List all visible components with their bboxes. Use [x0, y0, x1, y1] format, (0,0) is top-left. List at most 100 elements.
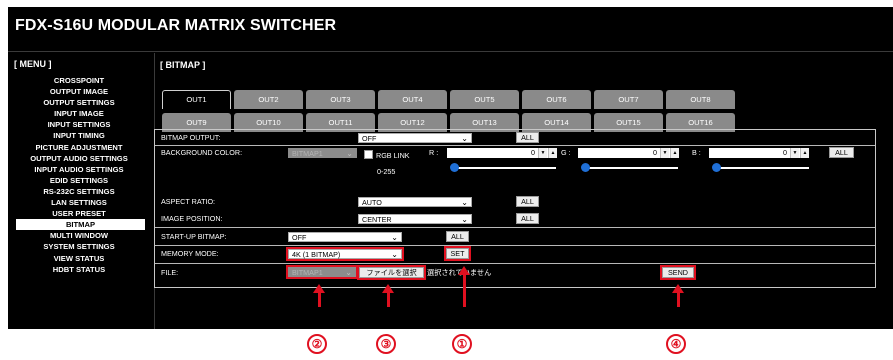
image-position-label: IMAGE POSITION: — [161, 214, 223, 223]
menu-item-input-timing[interactable]: INPUT TIMING — [8, 130, 150, 141]
spin-down-icon[interactable]: ▼ — [538, 148, 547, 158]
spin-up-icon[interactable]: ▲ — [800, 148, 809, 158]
image-position-select[interactable]: CENTER ⌄ — [358, 214, 472, 224]
menu-item-output-image[interactable]: OUTPUT IMAGE — [8, 86, 150, 97]
aspect-ratio-label: ASPECT RATIO: — [161, 197, 216, 206]
b-value-input[interactable]: 0 ▼ ▲ — [709, 148, 809, 158]
chevron-down-icon: ⌄ — [345, 268, 352, 277]
r-slider-knob[interactable] — [450, 163, 459, 172]
file-label: FILE: — [161, 268, 179, 277]
bitmap-output-label: BITMAP OUTPUT: — [161, 133, 221, 142]
memory-mode-set-button[interactable]: SET — [444, 246, 471, 261]
menu-item-system-settings[interactable]: SYSTEM SETTINGS — [8, 241, 150, 252]
menu-item-output-audio-settings[interactable]: OUTPUT AUDIO SETTINGS — [8, 153, 150, 164]
spin-up-icon[interactable]: ▲ — [548, 148, 557, 158]
g-slider[interactable] — [581, 163, 678, 173]
menu-item-view-status[interactable]: VIEW STATUS — [8, 253, 150, 264]
menu-list: CROSSPOINT OUTPUT IMAGE OUTPUT SETTINGS … — [8, 75, 150, 275]
menu-item-rs232c-settings[interactable]: RS-232C SETTINGS — [8, 186, 150, 197]
r-slider[interactable] — [450, 163, 556, 173]
bitmap-output-value: OFF — [362, 134, 377, 143]
row-divider — [155, 145, 875, 146]
annotation-arrow-stem — [463, 273, 466, 307]
choose-file-button[interactable]: ファイルを選択 — [357, 265, 426, 280]
bitmap-settings-panel: BITMAP OUTPUT: OFF ⌄ ALL BACKGROUND COLO… — [154, 129, 876, 288]
menu-item-user-preset[interactable]: USER PRESET — [8, 208, 150, 219]
image-position-all-button[interactable]: ALL — [516, 213, 539, 224]
b-slider-knob[interactable] — [712, 163, 721, 172]
aspect-ratio-value: AUTO — [362, 198, 382, 207]
rgb-link-checkbox[interactable] — [364, 150, 373, 159]
b-value: 0 — [783, 148, 787, 157]
spin-down-icon[interactable]: ▼ — [660, 148, 669, 158]
menu-item-input-image[interactable]: INPUT IMAGE — [8, 108, 150, 119]
chevron-down-icon: ⌄ — [461, 134, 468, 143]
tab-out7[interactable]: OUT7 — [594, 90, 663, 109]
tab-out3[interactable]: OUT3 — [306, 90, 375, 109]
menu-item-lan-settings[interactable]: LAN SETTINGS — [8, 197, 150, 208]
menu-item-input-audio-settings[interactable]: INPUT AUDIO SETTINGS — [8, 164, 150, 175]
tab-out8[interactable]: OUT8 — [666, 90, 735, 109]
r-value-input[interactable]: 0 ▼ ▲ — [447, 148, 557, 158]
annotation-arrow-icon — [458, 266, 470, 275]
memory-mode-select[interactable]: 4K (1 BITMAP) ⌄ — [286, 247, 404, 261]
tab-out5[interactable]: OUT5 — [450, 90, 519, 109]
file-bitmap-value: BITMAP1 — [292, 268, 323, 277]
image-position-value: CENTER — [362, 215, 392, 224]
menu-item-input-settings[interactable]: INPUT SETTINGS — [8, 119, 150, 130]
annotation-arrow-icon — [672, 284, 684, 293]
send-button[interactable]: SEND — [660, 265, 696, 280]
startup-bitmap-label: START-UP BITMAP: — [161, 232, 227, 241]
annotation-arrow-icon — [382, 284, 394, 293]
g-slider-track — [585, 167, 678, 169]
menu-title: [ MENU ] — [14, 59, 52, 69]
annotation-arrow-stem — [387, 291, 390, 307]
startup-bitmap-value: OFF — [292, 233, 307, 242]
g-value-input[interactable]: 0 ▼ ▲ — [578, 148, 679, 158]
header-divider — [8, 51, 893, 52]
tab-out6[interactable]: OUT6 — [522, 90, 591, 109]
page-title: [ BITMAP ] — [160, 60, 206, 70]
file-bitmap-select[interactable]: BITMAP1 ⌄ — [286, 265, 358, 279]
app-title: FDX-S16U MODULAR MATRIX SWITCHER — [15, 17, 337, 34]
row-divider — [155, 227, 875, 228]
r-slider-track — [454, 167, 556, 169]
g-value: 0 — [653, 148, 657, 157]
background-color-all-button[interactable]: ALL — [829, 147, 854, 158]
b-slider[interactable] — [712, 163, 809, 173]
menu-item-output-settings[interactable]: OUTPUT SETTINGS — [8, 97, 150, 108]
menu-item-bitmap[interactable]: BITMAP — [16, 219, 145, 231]
annotation-2: ② — [307, 334, 327, 354]
startup-bitmap-all-button[interactable]: ALL — [446, 231, 469, 242]
g-label: G : — [561, 148, 571, 157]
chevron-down-icon: ⌄ — [461, 215, 468, 224]
tab-out1[interactable]: OUT1 — [162, 90, 231, 109]
background-bitmap-value: BITMAP1 — [292, 149, 323, 158]
tab-out2[interactable]: OUT2 — [234, 90, 303, 109]
tab-out4[interactable]: OUT4 — [378, 90, 447, 109]
b-label: B : — [692, 148, 701, 157]
spin-up-icon[interactable]: ▲ — [670, 148, 679, 158]
menu-item-crosspoint[interactable]: CROSSPOINT — [8, 75, 150, 86]
annotation-1: ① — [452, 334, 472, 354]
chevron-down-icon: ⌄ — [346, 149, 353, 158]
sidebar-menu: [ MENU ] CROSSPOINT OUTPUT IMAGE OUTPUT … — [8, 53, 150, 329]
menu-item-edid-settings[interactable]: EDID SETTINGS — [8, 175, 150, 186]
memory-mode-value: 4K (1 BITMAP) — [292, 250, 341, 259]
startup-bitmap-select[interactable]: OFF ⌄ — [288, 232, 402, 242]
bitmap-output-all-button[interactable]: ALL — [516, 132, 539, 143]
aspect-ratio-all-button[interactable]: ALL — [516, 196, 539, 207]
r-label: R : — [429, 148, 439, 157]
background-bitmap-select[interactable]: BITMAP1 ⌄ — [288, 148, 357, 158]
row-divider — [155, 263, 875, 264]
bitmap-output-select[interactable]: OFF ⌄ — [358, 133, 472, 143]
menu-item-multi-window[interactable]: MULTI WINDOW — [8, 230, 150, 241]
menu-item-picture-adjustment[interactable]: PICTURE ADJUSTMENT — [8, 142, 150, 153]
row-divider — [155, 245, 875, 246]
b-slider-track — [716, 167, 809, 169]
aspect-ratio-select[interactable]: AUTO ⌄ — [358, 197, 472, 207]
r-value: 0 — [531, 148, 535, 157]
menu-item-hdbt-status[interactable]: HDBT STATUS — [8, 264, 150, 275]
spin-down-icon[interactable]: ▼ — [790, 148, 799, 158]
g-slider-knob[interactable] — [581, 163, 590, 172]
